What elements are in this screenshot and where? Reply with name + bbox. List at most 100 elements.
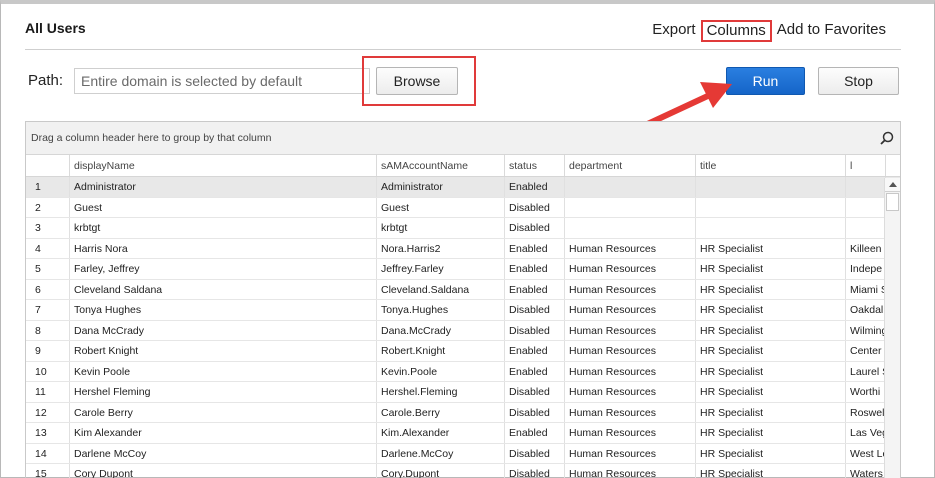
table-cell: krbtgt	[377, 218, 505, 238]
table-row[interactable]: 3 krbtgt krbtgt Disabled	[26, 218, 900, 239]
table-cell: Enabled	[505, 259, 565, 279]
table-cell: Enabled	[505, 361, 565, 381]
table-row[interactable]: 13 Kim Alexander Kim.Alexander Enabled Human…	[26, 423, 900, 444]
column-header[interactable]: sAMAccountName	[377, 155, 505, 176]
table-cell	[846, 218, 886, 238]
table-cell: Carole.Berry	[377, 402, 505, 422]
column-header[interactable]: department	[565, 155, 696, 176]
table-cell: Robert Knight	[70, 341, 377, 361]
table-cell	[565, 218, 696, 238]
table-cell: HR Specialist	[696, 300, 846, 320]
table-cell: Cory.Dupont	[377, 464, 505, 478]
table-cell: Disabled	[505, 320, 565, 340]
table-cell	[565, 197, 696, 217]
table-row[interactable]: 8 Dana McCrady Dana.McCrady Disabled Human R…	[26, 320, 900, 341]
row-number: 14	[26, 443, 70, 463]
table-cell: Carole Berry	[70, 402, 377, 422]
table-cell: Roswel	[846, 402, 886, 422]
table-cell: Wilming	[846, 320, 886, 340]
table-row[interactable]: 10 Kevin Poole Kevin.Poole Enabled Human Res…	[26, 361, 900, 382]
table-cell: Human Resources	[565, 464, 696, 478]
table-row[interactable]: 12 Carole Berry Carole.Berry Disabled Human …	[26, 402, 900, 423]
table-cell: Disabled	[505, 218, 565, 238]
table-cell: Darlene.McCoy	[377, 443, 505, 463]
table-cell: Guest	[70, 197, 377, 217]
table-cell: Human Resources	[565, 279, 696, 299]
table-cell: Enabled	[505, 341, 565, 361]
table-cell	[696, 218, 846, 238]
table-cell: Disabled	[505, 197, 565, 217]
table-cell: HR Specialist	[696, 443, 846, 463]
table-cell: Human Resources	[565, 443, 696, 463]
row-number: 2	[26, 197, 70, 217]
column-header[interactable]: displayName	[70, 155, 377, 176]
row-number: 10	[26, 361, 70, 381]
table-cell: HR Specialist	[696, 279, 846, 299]
table-cell: Worthi	[846, 382, 886, 402]
table-cell: Guest	[377, 197, 505, 217]
table-cell: Kevin Poole	[70, 361, 377, 381]
table-row[interactable]: 9 Robert Knight Robert.Knight Enabled Human …	[26, 341, 900, 362]
scroll-thumb[interactable]	[886, 193, 899, 211]
table-cell: Nora.Harris2	[377, 238, 505, 258]
row-number: 1	[26, 177, 70, 197]
group-by-hint: Drag a column header here to group by th…	[31, 132, 272, 144]
table-cell: Cleveland Saldana	[70, 279, 377, 299]
table-cell: Killeen	[846, 238, 886, 258]
table-cell: Laurel S	[846, 361, 886, 381]
table-cell: Human Resources	[565, 300, 696, 320]
row-number: 15	[26, 464, 70, 478]
table-cell	[846, 177, 886, 197]
vertical-scrollbar[interactable]	[884, 178, 900, 478]
table-row[interactable]: 4 Harris Nora Nora.Harris2 Enabled Human Res…	[26, 238, 900, 259]
column-header[interactable]: status	[505, 155, 565, 176]
row-number: 13	[26, 423, 70, 443]
row-number: 9	[26, 341, 70, 361]
table-cell: HR Specialist	[696, 464, 846, 478]
table-row[interactable]: 11 Hershel Fleming Hershel.Fleming Disabled…	[26, 382, 900, 403]
table-row[interactable]: 7 Tonya Hughes Tonya.Hughes Disabled Human R…	[26, 300, 900, 321]
table-cell: Tonya.Hughes	[377, 300, 505, 320]
table-cell: HR Specialist	[696, 402, 846, 422]
table-row[interactable]: 6 Cleveland Saldana Cleveland.Saldana Enabl…	[26, 279, 900, 300]
table-row[interactable]: 2 Guest Guest Disabled	[26, 197, 900, 218]
search-icon[interactable]	[880, 131, 894, 145]
table-cell: Las Veg	[846, 423, 886, 443]
scroll-up-icon[interactable]	[885, 178, 900, 192]
column-header[interactable]: title	[696, 155, 846, 176]
table-cell: Disabled	[505, 382, 565, 402]
row-number: 5	[26, 259, 70, 279]
table-cell: Tonya Hughes	[70, 300, 377, 320]
row-number: 3	[26, 218, 70, 238]
table-cell: Jeffrey.Farley	[377, 259, 505, 279]
table-cell: Disabled	[505, 300, 565, 320]
table-row[interactable]: 15 Cory Dupont Cory.Dupont Disabled Human Re…	[26, 464, 900, 478]
row-number: 7	[26, 300, 70, 320]
table-row[interactable]: 14 Darlene McCoy Darlene.McCoy Disabled Huma…	[26, 443, 900, 464]
table-cell: HR Specialist	[696, 423, 846, 443]
table-cell: HR Specialist	[696, 382, 846, 402]
table-cell: HR Specialist	[696, 361, 846, 381]
group-by-bar[interactable]: Drag a column header here to group by th…	[26, 122, 900, 155]
table-cell: Enabled	[505, 177, 565, 197]
table-cell: Farley, Jeffrey	[70, 259, 377, 279]
table-cell: Enabled	[505, 238, 565, 258]
row-number: 4	[26, 238, 70, 258]
table-cell: Human Resources	[565, 320, 696, 340]
table-cell: Administrator	[70, 177, 377, 197]
table-cell: Oakdal	[846, 300, 886, 320]
table-row[interactable]: 1 Administrator Administrator Enabled	[26, 177, 900, 198]
column-header[interactable]: l	[846, 155, 886, 176]
table-cell: Robert.Knight	[377, 341, 505, 361]
row-number: 11	[26, 382, 70, 402]
row-number-header	[26, 155, 70, 176]
table-cell	[696, 197, 846, 217]
table-cell: Cleveland.Saldana	[377, 279, 505, 299]
table-cell: krbtgt	[70, 218, 377, 238]
table-cell: Disabled	[505, 464, 565, 478]
users-grid: Drag a column header here to group by th…	[25, 121, 901, 478]
table-cell: Enabled	[505, 279, 565, 299]
table-cell: Kevin.Poole	[377, 361, 505, 381]
table-cell: Human Resources	[565, 423, 696, 443]
table-row[interactable]: 5 Farley, Jeffrey Jeffrey.Farley Enabled Hum…	[26, 259, 900, 280]
